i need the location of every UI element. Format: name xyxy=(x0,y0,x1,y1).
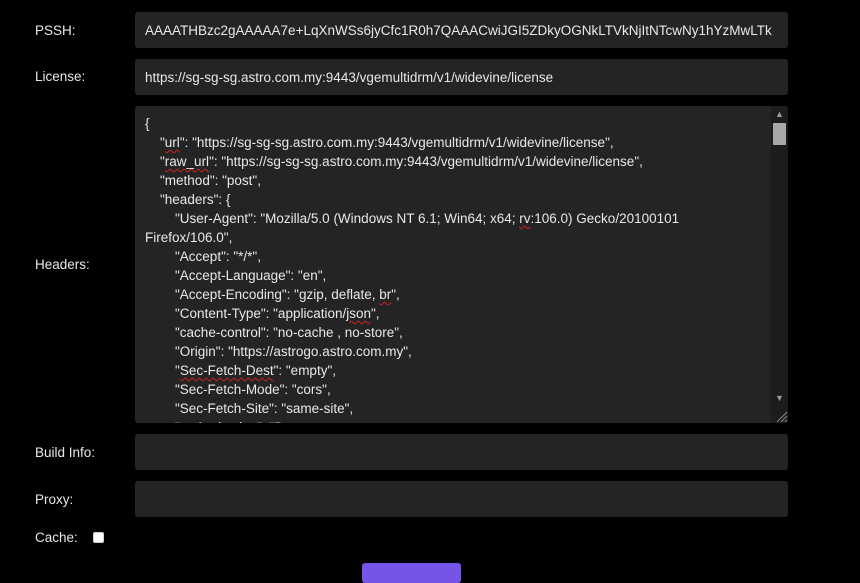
headers-line: "Accept-Encoding": "gzip, deflate, br", xyxy=(145,287,400,302)
headers-line: "Origin": "https://astrogo.astro.com.my"… xyxy=(145,344,412,359)
cache-label: Cache: xyxy=(35,530,78,545)
scroll-down-arrow-icon[interactable]: ▼ xyxy=(771,390,788,406)
headers-line: Firefox/106.0", xyxy=(145,230,233,245)
headers-line: "Sec-Fetch-Site": "same-site", xyxy=(145,401,354,416)
pssh-input[interactable]: AAAATHBzc2gAAAAA7e+LqXnWSs6jyCfc1R0h7QAA… xyxy=(135,12,788,48)
headers-line: "User-Agent": "Mozilla/5.0 (Windows NT 6… xyxy=(145,211,680,226)
headers-scrollbar[interactable]: ▲ ▼ xyxy=(771,106,788,423)
headers-line: "url": "https://sg-sg-sg.astro.com.my:94… xyxy=(145,135,614,150)
headers-line: "Content-Type": "application/json", xyxy=(145,306,380,321)
resize-grip-icon[interactable] xyxy=(774,409,788,423)
headers-textarea[interactable]: { "url": "https://sg-sg-sg.astro.com.my:… xyxy=(135,106,788,423)
headers-line: { xyxy=(145,116,150,131)
headers-line: "Accept-Language": "en", xyxy=(145,268,327,283)
headers-line: "Sec-Fetch-Mode": "cors", xyxy=(145,382,331,397)
submit-button[interactable] xyxy=(362,563,461,583)
license-input[interactable]: https://sg-sg-sg.astro.com.my:9443/vgemu… xyxy=(135,59,788,95)
headers-line: "method": "post", xyxy=(145,173,261,188)
scrollbar-thumb[interactable] xyxy=(773,123,786,145)
headers-line: "Sec-Fetch-Dest": "empty", xyxy=(145,363,336,378)
proxy-input[interactable] xyxy=(135,481,788,517)
headers-line: "authorization": "B xyxy=(145,418,755,423)
headers-line: "Accept": "*/*", xyxy=(145,249,261,264)
pssh-label: PSSH: xyxy=(35,23,76,38)
headers-line: "raw_url": "https://sg-sg-sg.astro.com.m… xyxy=(145,154,643,169)
headers-line: "headers": { xyxy=(145,192,231,207)
build-info-input[interactable] xyxy=(135,434,788,470)
build-info-label: Build Info: xyxy=(35,445,96,460)
headers-text: { "url": "https://sg-sg-sg.astro.com.my:… xyxy=(145,114,755,423)
cache-checkbox[interactable] xyxy=(93,532,104,543)
headers-label: Headers: xyxy=(35,257,90,272)
license-label: License: xyxy=(35,69,86,84)
scroll-up-arrow-icon[interactable]: ▲ xyxy=(771,106,788,122)
headers-line: "cache-control": "no-cache , no-store", xyxy=(145,325,403,340)
proxy-label: Proxy: xyxy=(35,492,74,507)
